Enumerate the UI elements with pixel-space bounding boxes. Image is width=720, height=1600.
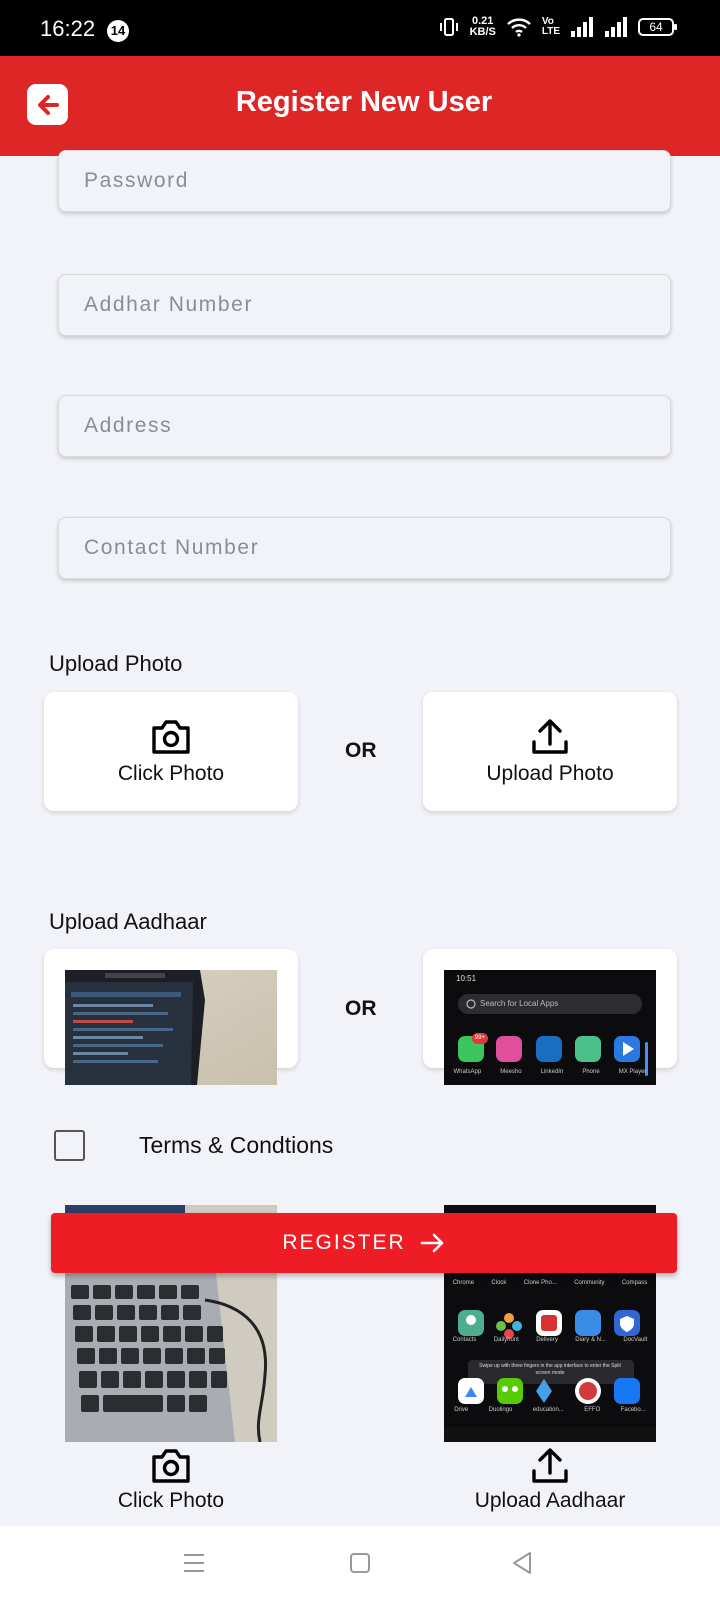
thumb-app-label: Dailyhunt <box>493 1337 519 1343</box>
address-field[interactable] <box>58 395 671 457</box>
vibrate-icon <box>439 18 458 36</box>
signal-icon-2 <box>605 17 627 37</box>
terms-label: Terms & Condtions <box>139 1132 334 1158</box>
contact-number-input[interactable] <box>59 518 670 578</box>
laptop-screen-photo <box>65 970 277 1085</box>
signal-icon-1 <box>571 17 593 37</box>
thumb-app-icons <box>458 999 648 1076</box>
register-button[interactable]: REGISTER <box>51 1213 677 1273</box>
or-separator-photo: OR <box>345 739 377 762</box>
thumb-app-labels-row3: Contacts Dailyhunt Delivery Diary & N...… <box>444 1337 656 1343</box>
aadhar-number-field[interactable] <box>58 274 671 336</box>
menu-icon[interactable] <box>183 1553 205 1573</box>
upload-aadhaar-heading: Upload Aadhaar <box>49 909 207 934</box>
thumb-whatsapp-badge: 99+ <box>472 1033 488 1044</box>
aadhaar-photo-thumbnail <box>65 970 277 1085</box>
status-time: 16:22 <box>40 16 96 41</box>
thumb-app-labels: WhatsApp Meesho LinkedIn Phone MX Player <box>444 1069 656 1075</box>
thumb-app-label: EFFO <box>584 1407 601 1413</box>
aadhaar-upload-thumbnail: 10:51 Search for Local Apps 99+ WhatsApp… <box>444 970 656 1085</box>
page-title: Register New User <box>235 86 493 118</box>
bottom-upload-aadhaar-label: Upload Aadhaar <box>474 1489 626 1512</box>
thumb-app-labels-row4: Drive Duolingo education... EFFO Facebo.… <box>444 1407 656 1413</box>
thumb-app-label: WhatsApp <box>453 1069 482 1075</box>
password-field[interactable] <box>58 150 671 212</box>
terms-checkbox[interactable] <box>54 1130 85 1161</box>
volte-bottom: LTE <box>541 26 560 37</box>
back-nav-icon[interactable] <box>510 1551 534 1575</box>
thumb-app-label: DocVault <box>623 1337 648 1343</box>
contact-number-field[interactable] <box>58 517 671 579</box>
thumb-app-label: Delivery <box>536 1337 558 1343</box>
home-icon[interactable] <box>349 1552 371 1574</box>
thumb-app-label: LinkedIn <box>540 1069 564 1075</box>
thumb-app-label: Diary & N... <box>575 1337 606 1343</box>
system-nav-bar <box>0 1526 720 1600</box>
volte-indicator: Vo LTE <box>542 17 560 37</box>
upload-icon <box>532 718 568 754</box>
app-bar: Register New User <box>0 56 720 156</box>
thumb-app-label: Facebo... <box>620 1407 646 1413</box>
wifi-icon <box>507 18 531 37</box>
upload-photo-label: Upload Photo <box>486 761 614 785</box>
network-speed: 0.21 KB/S <box>470 16 496 38</box>
thumb-app-label: Duolingo <box>488 1407 513 1413</box>
click-photo-card[interactable]: Click Photo <box>44 692 298 811</box>
register-label: REGISTER <box>282 1231 406 1254</box>
notification-count-badge: 14 <box>107 20 129 42</box>
password-input[interactable] <box>59 151 670 211</box>
or-separator-aadhaar: OR <box>345 997 377 1020</box>
bottom-click-photo-button[interactable]: Click Photo <box>104 1447 238 1513</box>
thumb-app-label: MX Player <box>618 1069 647 1075</box>
camera-icon <box>152 1449 190 1483</box>
status-bar: 16:22 14 0.21 KB/S Vo LTE 64 <box>0 0 720 56</box>
thumb-app-label: Phone <box>582 1069 600 1075</box>
aadhar-number-input[interactable] <box>59 275 670 335</box>
camera-icon <box>152 719 190 754</box>
upload-photo-card[interactable]: Upload Photo <box>423 692 677 811</box>
network-speed-unit: KB/S <box>469 26 496 38</box>
battery-indicator: 64 <box>638 18 677 36</box>
click-photo-label: Click Photo <box>117 761 225 785</box>
arrow-right-icon <box>420 1233 443 1253</box>
status-indicators: 0.21 KB/S Vo LTE 64 <box>438 16 677 38</box>
address-input[interactable] <box>59 396 670 456</box>
thumb-app-label: Drive <box>454 1407 469 1413</box>
thumb-app-label: Meesho <box>500 1069 522 1075</box>
bottom-click-photo-label: Click Photo <box>117 1489 225 1512</box>
upload-icon <box>532 1448 568 1483</box>
thumb-split-screen-hint: Swipe up with three fingers in the app i… <box>479 1363 621 1376</box>
bottom-upload-aadhaar-button[interactable]: Upload Aadhaar <box>462 1447 638 1513</box>
upload-photo-heading: Upload Photo <box>49 651 183 676</box>
thumb-app-label: Contacts <box>452 1337 477 1343</box>
thumb-app-label: education... <box>532 1407 564 1413</box>
